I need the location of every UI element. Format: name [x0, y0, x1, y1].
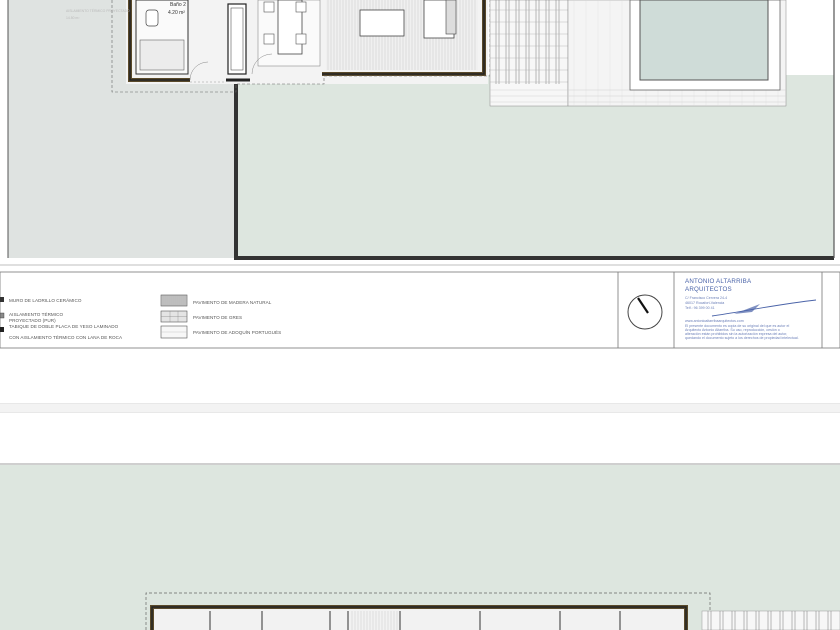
faded-annotation-area: 14.50 m²: [66, 16, 80, 20]
terrace-pergola-lower: [701, 610, 840, 630]
legend-label-insulation-2: PROYECTADO (PUR): [9, 318, 56, 323]
floor-plan-drawing: Baño 2 4.20 m² AISLAMIENTO TÉRMICO PROYE…: [0, 0, 840, 349]
wood-floor-swatch: [160, 294, 188, 307]
firm-address-1: C/ Francisco Cervera 24-4: [685, 296, 727, 300]
legend-label-partition-2: CON AISLAMIENTO TÉRMICO CON LANA DE ROCA: [9, 334, 123, 340]
legend-label-partition-1: TABIQUE DE DOBLE PLACA DE YESO LAMINADO: [9, 324, 119, 329]
faded-annotation: AISLAMIENTO TÉRMICO PROYECTADO: [66, 8, 130, 13]
insulation-swatch: [0, 312, 5, 319]
legend-label-brick: MURO DE LADRILLO CERÁMICO: [9, 297, 82, 303]
room-label-name: Baño 2: [170, 2, 186, 8]
sofa: [359, 9, 405, 37]
page-separator: [0, 355, 840, 465]
legal-note-4: quedando el documento sujeto a los derec…: [685, 336, 799, 340]
firm-address-2: 46017 Rocafort-Valencia: [685, 301, 724, 305]
legend-label-stoneware: PAVIMENTO DE GRES: [193, 315, 242, 320]
room-label-area: 4.20 m²: [168, 10, 185, 16]
legend-label-insulation-1: AISLAMIENTO TÉRMICO: [9, 311, 64, 317]
stoneware-swatch: [160, 310, 188, 323]
floor-plan-drawing-lower: [0, 465, 840, 630]
firm-phone: Telf.: 96 399 00 41: [685, 306, 715, 310]
brick-wall-swatch: [0, 297, 4, 302]
plasterboard-swatch: [0, 327, 4, 332]
firm-name: ANTONIO ALTARRIBA: [685, 278, 752, 285]
legend-label-wood: PAVIMENTO DE MADERA NATURAL: [193, 300, 272, 305]
legend-label-cobblestone: PAVIMENTO DE ADOQUÍN PORTUGUÉS: [193, 329, 281, 335]
firm-subtitle: ARQUITECTOS: [685, 286, 732, 293]
floor-plan-sheet-bottom: [0, 465, 840, 630]
north-arrow-icon: [627, 294, 663, 330]
swimming-pool: [639, 0, 769, 81]
cobblestone-swatch: [160, 325, 188, 339]
floor-plan-sheet-top: Baño 2 4.20 m² AISLAMIENTO TÉRMICO PROYE…: [0, 0, 840, 355]
firm-website: www.antonioaltarribaarquitectos.com: [685, 319, 744, 323]
